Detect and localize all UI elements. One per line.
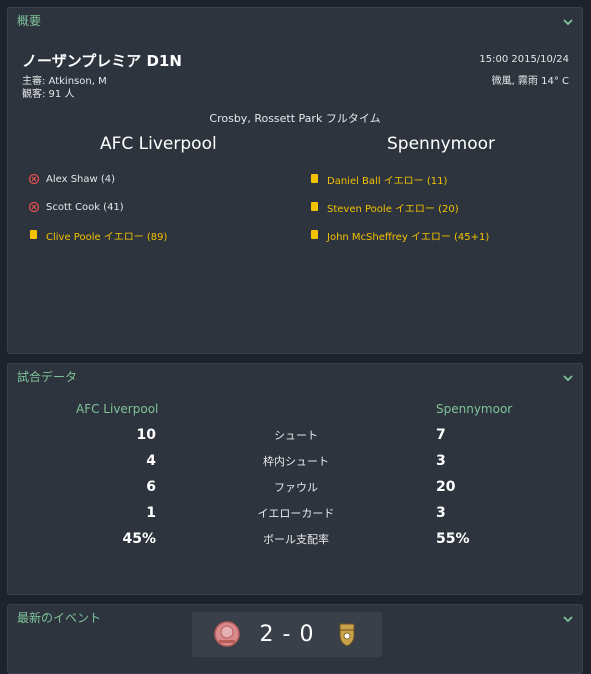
away-team-crest-icon <box>332 619 362 649</box>
match-stats-panel: 試合データ AFC Liverpool Spennymoor 10 シュート 7… <box>7 363 583 595</box>
home-team-name[interactable]: AFC Liverpool <box>100 134 217 154</box>
stat-label: シュート <box>274 429 318 442</box>
event-text: Alex Shaw (4) <box>46 173 116 185</box>
list-item[interactable]: Clive Poole イエロー (89) <box>28 221 167 249</box>
stat-away-value: 55% <box>436 531 470 547</box>
list-item[interactable]: Scott Cook (41) <box>28 193 167 221</box>
yellow-card-icon <box>309 201 321 213</box>
list-item[interactable]: John McSheffrey イエロー (45+1) <box>309 221 489 249</box>
chevron-down-icon[interactable] <box>562 613 574 625</box>
list-item[interactable]: Alex Shaw (4) <box>28 165 167 193</box>
stat-label: イエローカード <box>257 507 335 520</box>
away-team-name[interactable]: Spennymoor <box>387 134 495 154</box>
attendance-label: 観客: 91 人 <box>22 89 75 100</box>
stat-home-value: 45% <box>122 531 156 547</box>
stat-home-value: 10 <box>136 427 156 443</box>
stat-label: 枠内シュート <box>263 455 329 468</box>
chevron-down-icon[interactable] <box>562 372 574 384</box>
ball-icon <box>28 173 40 185</box>
competition-name[interactable]: ノーザンプレミア D1N <box>22 50 182 71</box>
yellow-card-icon <box>28 229 40 241</box>
stats-away-team[interactable]: Spennymoor <box>436 402 512 416</box>
stat-label: ボール支配率 <box>263 533 329 546</box>
stat-label: ファウル <box>274 481 318 494</box>
stat-row: 1 イエローカード 3 <box>8 505 582 531</box>
stats-home-team[interactable]: AFC Liverpool <box>76 402 158 416</box>
yellow-card-icon <box>309 173 321 185</box>
list-item[interactable]: Steven Poole イエロー (20) <box>309 193 489 221</box>
match-datetime: 15:00 2015/10/24 <box>479 54 569 65</box>
event-text: Scott Cook (41) <box>46 201 124 213</box>
event-text: Daniel Ball イエロー (11) <box>327 175 448 187</box>
stat-row: 45% ボール支配率 55% <box>8 531 582 557</box>
overview-panel-title: 概要 <box>17 14 42 28</box>
stat-away-value: 20 <box>436 479 456 495</box>
venue-status: Crosby, Rossett Park フルタイム <box>209 112 381 125</box>
list-item[interactable]: Daniel Ball イエロー (11) <box>309 165 489 193</box>
yellow-card-icon <box>309 229 321 241</box>
chevron-down-icon[interactable] <box>562 16 574 28</box>
stat-home-value: 6 <box>146 479 156 495</box>
stat-home-value: 1 <box>146 505 156 521</box>
latest-panel-title: 最新のイベント <box>17 611 102 625</box>
scoreboard[interactable]: 2 - 0 <box>192 612 382 657</box>
overview-panel: 概要 ノーザンプレミア D1N 主審: Atkinson, M 観客: 91 人… <box>7 7 583 354</box>
event-text: Steven Poole イエロー (20) <box>327 203 459 215</box>
away-events-list: Daniel Ball イエロー (11) Steven Poole イエロー … <box>309 165 489 249</box>
home-events-list: Alex Shaw (4) Scott Cook (41) Clive Pool… <box>28 165 167 249</box>
stat-away-value: 7 <box>436 427 446 443</box>
stat-away-value: 3 <box>436 505 446 521</box>
stat-away-value: 3 <box>436 453 446 469</box>
event-text: Clive Poole イエロー (89) <box>46 231 168 243</box>
stat-row: 10 シュート 7 <box>8 427 582 453</box>
ball-icon <box>28 201 40 213</box>
stat-home-value: 4 <box>146 453 156 469</box>
stat-row: 6 ファウル 20 <box>8 479 582 505</box>
stats-panel-title: 試合データ <box>17 370 78 384</box>
latest-events-panel: 最新のイベント 2 - 0 <box>7 604 583 674</box>
weather-label: 微風, 霧雨 14° C <box>491 76 569 87</box>
event-text: John McSheffrey イエロー (45+1) <box>327 231 490 243</box>
stat-row: 4 枠内シュート 3 <box>8 453 582 479</box>
